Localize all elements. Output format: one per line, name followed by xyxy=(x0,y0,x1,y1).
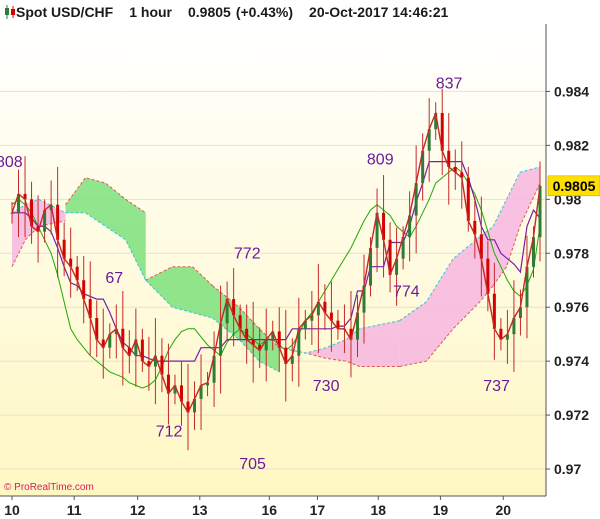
x-tick-label: 13 xyxy=(192,502,208,518)
y-tick-label: 0.978 xyxy=(554,245,589,261)
x-tick-label: 19 xyxy=(433,502,449,518)
y-tick-label: 0.974 xyxy=(554,353,589,369)
candle-body xyxy=(10,212,14,214)
price-chart[interactable]: 808 67 712 772 705 730 809 774 837 737 0.984 0.982… xyxy=(0,0,600,519)
price-annotation: 705 xyxy=(239,456,266,473)
x-tick-label: 12 xyxy=(130,502,146,518)
x-tick-label: 10 xyxy=(4,502,20,518)
price-annotation: 730 xyxy=(313,378,340,395)
y-tick-label: 0.972 xyxy=(554,407,589,423)
last-price-label: 0.9805 xyxy=(553,178,596,194)
x-tick-label: 18 xyxy=(370,502,386,518)
price-annotation: 837 xyxy=(436,76,463,93)
x-tick-label: 16 xyxy=(262,502,278,518)
price-annotation: 67 xyxy=(105,270,123,287)
x-tick-label: 17 xyxy=(310,502,326,518)
price-annotation: 737 xyxy=(483,378,510,395)
y-tick-label: 0.982 xyxy=(554,137,589,153)
price-annotation: 774 xyxy=(393,283,420,300)
price-annotation: 809 xyxy=(367,151,394,168)
x-tick-label: 11 xyxy=(67,502,82,518)
price-annotation: 712 xyxy=(156,424,183,441)
price-annotation: 772 xyxy=(234,246,261,263)
y-tick-label: 0.984 xyxy=(554,83,589,99)
price-annotation: 808 xyxy=(0,154,23,171)
y-tick-label: 0.976 xyxy=(554,299,589,315)
y-tick-label: 0.97 xyxy=(554,461,581,477)
x-tick-label: 20 xyxy=(495,502,511,518)
watermark: © ProRealTime.com xyxy=(4,482,94,493)
